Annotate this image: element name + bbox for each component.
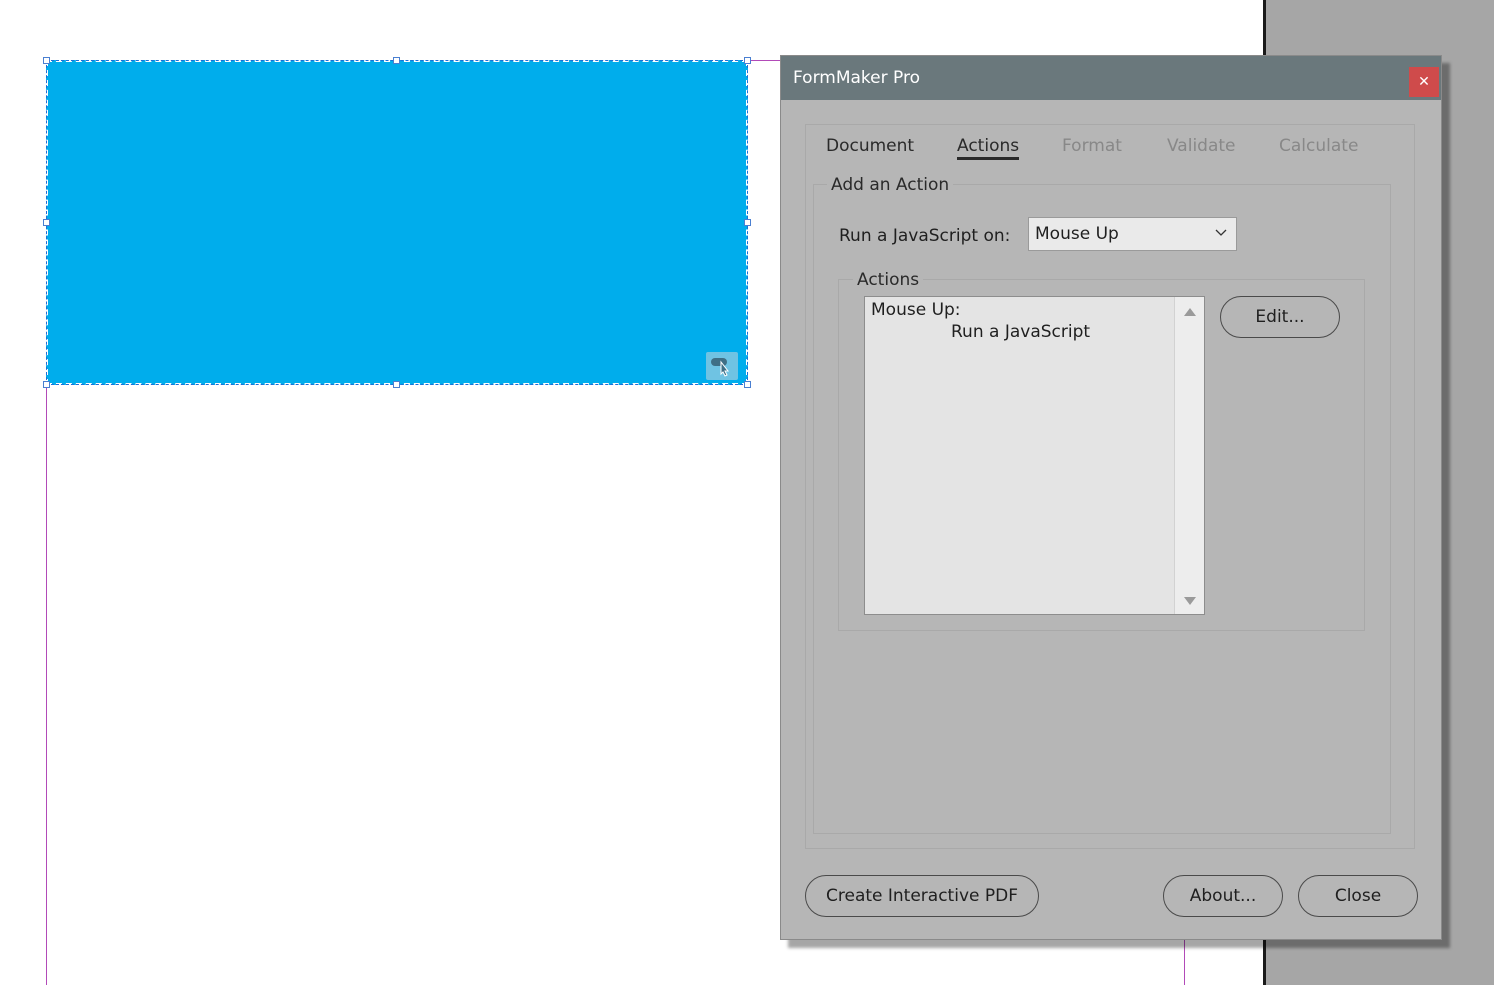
tab-document[interactable]: Document (826, 136, 914, 156)
edit-button-label: Edit... (1255, 307, 1305, 327)
scrollbar[interactable] (1174, 297, 1204, 614)
resize-handle-bottom[interactable] (393, 381, 400, 388)
hand-pointer-icon (706, 352, 738, 380)
resize-handle-top[interactable] (393, 57, 400, 64)
list-item-action[interactable]: Run a JavaScript (951, 322, 1090, 342)
tab-calculate: Calculate (1279, 136, 1359, 156)
list-item-event[interactable]: Mouse Up: (871, 300, 961, 320)
about-button[interactable]: About... (1163, 875, 1283, 917)
resize-handle-bottom-right[interactable] (744, 381, 751, 388)
formmaker-dialog: FormMaker Pro ✕ Document Actions Format … (780, 55, 1442, 940)
dialog-title: FormMaker Pro (793, 68, 920, 88)
create-interactive-pdf-button[interactable]: Create Interactive PDF (805, 875, 1039, 917)
trigger-label: Run a JavaScript on: (839, 226, 1011, 246)
create-button-label: Create Interactive PDF (826, 886, 1018, 906)
resize-handle-bottom-left[interactable] (43, 381, 50, 388)
selected-form-field[interactable] (46, 60, 748, 385)
resize-handle-top-right[interactable] (744, 57, 751, 64)
actions-legend: Actions (853, 270, 924, 290)
close-button[interactable]: Close (1298, 875, 1418, 917)
resize-handle-left[interactable] (43, 219, 50, 226)
dialog-titlebar[interactable]: FormMaker Pro ✕ (781, 56, 1441, 100)
edit-button[interactable]: Edit... (1220, 296, 1340, 338)
close-button-label: Close (1334, 886, 1382, 906)
about-button-label: About... (1189, 886, 1257, 906)
trigger-select-value: Mouse Up (1035, 224, 1119, 244)
add-action-legend: Add an Action (827, 175, 954, 195)
tab-actions[interactable]: Actions (957, 136, 1020, 160)
chevron-down-icon (1215, 229, 1227, 236)
close-icon[interactable]: ✕ (1409, 67, 1439, 97)
resize-handle-right[interactable] (744, 219, 751, 226)
scroll-down-icon[interactable] (1184, 597, 1196, 605)
tab-validate: Validate (1167, 136, 1236, 156)
scroll-up-icon[interactable] (1184, 308, 1196, 316)
trigger-select[interactable]: Mouse Up (1028, 217, 1237, 251)
actions-list[interactable]: Mouse Up: Run a JavaScript (864, 296, 1205, 615)
tab-format: Format (1062, 136, 1122, 156)
resize-handle-top-left[interactable] (43, 57, 50, 64)
